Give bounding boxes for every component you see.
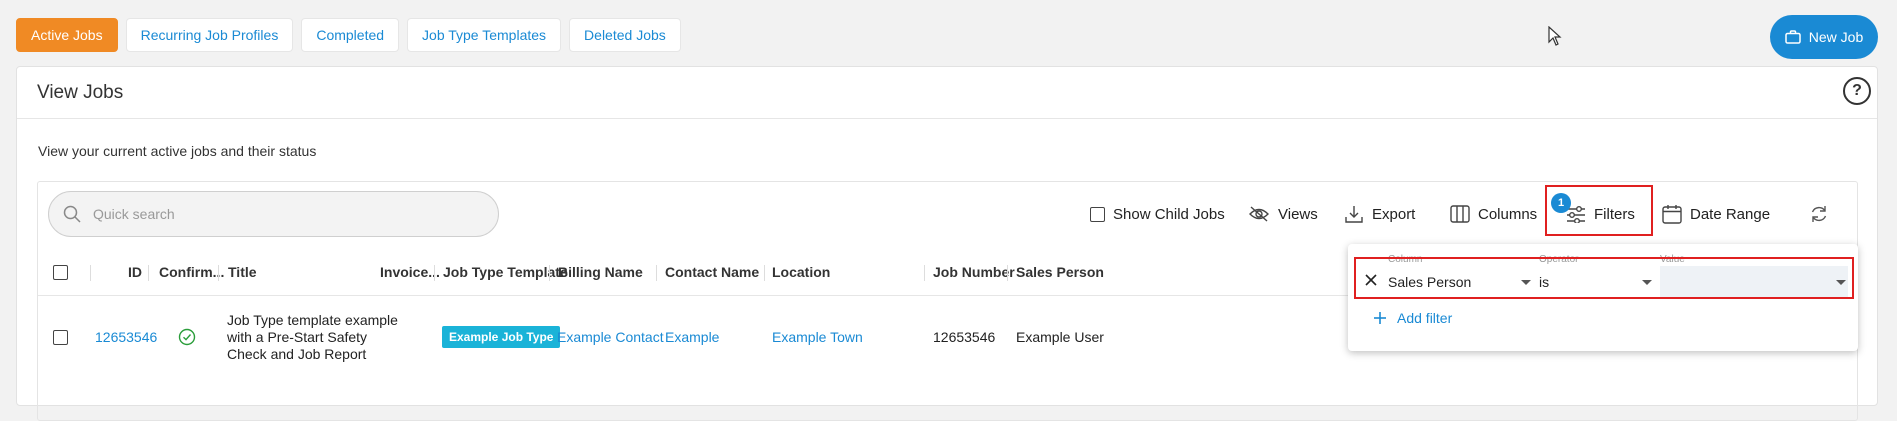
- page-title: View Jobs: [37, 81, 124, 103]
- column-header-invoice[interactable]: Invoice...: [380, 248, 440, 296]
- page-subtitle: View your current active jobs and their …: [38, 143, 317, 159]
- add-filter-button[interactable]: Add filter: [1373, 310, 1452, 326]
- plus-icon: [1374, 312, 1386, 324]
- row-job-number: 12653546: [933, 329, 996, 345]
- row-id-link[interactable]: 12653546: [95, 297, 157, 377]
- columns-button[interactable]: Columns: [1450, 192, 1537, 236]
- briefcase-icon: [1785, 30, 1801, 44]
- row-job-type: Example Job Type: [442, 297, 561, 377]
- views-button[interactable]: Views: [1248, 192, 1318, 236]
- columns-icon: [1450, 205, 1470, 223]
- column-header-confirmed[interactable]: Confirm...: [159, 248, 224, 296]
- column-header-sales-person[interactable]: Sales Person: [1016, 248, 1104, 296]
- row-title-line-1: Job Type template example: [227, 311, 398, 328]
- download-icon: [1345, 206, 1363, 223]
- confirmed-check-icon: [178, 297, 196, 377]
- help-icon[interactable]: ?: [1843, 77, 1871, 105]
- columns-label: Columns: [1478, 205, 1538, 223]
- refresh-button[interactable]: [1809, 192, 1829, 236]
- new-job-label: New Job: [1808, 29, 1864, 45]
- date-range-label: Date Range: [1690, 205, 1771, 223]
- column-header-location[interactable]: Location: [772, 248, 830, 296]
- column-header-id[interactable]: ID: [98, 248, 142, 296]
- show-child-jobs-toggle[interactable]: Show Child Jobs: [1090, 192, 1225, 236]
- tab-bar: Active Jobs Recurring Job Profiles Compl…: [16, 18, 681, 52]
- tab-recurring-job-profiles[interactable]: Recurring Job Profiles: [125, 18, 294, 52]
- views-label: Views: [1278, 205, 1318, 223]
- tab-deleted-jobs[interactable]: Deleted Jobs: [569, 18, 681, 52]
- add-filter-label: Add filter: [1397, 310, 1453, 326]
- job-type-badge: Example Job Type: [442, 326, 561, 348]
- view-jobs-card: View Jobs ? View your current active job…: [16, 66, 1878, 421]
- export-label: Export: [1372, 205, 1416, 223]
- refresh-icon: [1811, 206, 1827, 222]
- show-child-jobs-label: Show Child Jobs: [1113, 205, 1225, 223]
- eye-off-icon: [1249, 206, 1269, 222]
- tab-active-jobs[interactable]: Active Jobs: [16, 18, 118, 52]
- row-contact-name-link[interactable]: Example: [665, 297, 719, 377]
- column-header-job-number[interactable]: Job Number: [933, 248, 1015, 296]
- row-title-line-2: with a Pre-Start Safety: [227, 328, 368, 345]
- row-title: Job Type template example with a Pre-Sta…: [227, 297, 398, 377]
- column-header-billing-name[interactable]: Billing Name: [558, 248, 643, 296]
- row-title-line-3: Check and Job Report: [227, 345, 367, 362]
- column-header-contact-name[interactable]: Contact Name: [665, 248, 759, 296]
- date-range-button[interactable]: Date Range: [1662, 192, 1770, 236]
- show-child-jobs-checkbox[interactable]: [1090, 206, 1105, 222]
- column-header-title[interactable]: Title: [228, 248, 257, 296]
- tab-completed[interactable]: Completed: [301, 18, 400, 52]
- row-sales-person: Example User: [1016, 329, 1104, 345]
- card-header: View Jobs: [17, 67, 1877, 119]
- filter-row-highlight: [1354, 257, 1854, 299]
- select-all-checkbox[interactable]: [53, 248, 68, 296]
- row-billing-name-link[interactable]: Example Contact: [557, 297, 664, 377]
- calendar-icon: [1662, 205, 1682, 224]
- tab-job-type-templates[interactable]: Job Type Templates: [407, 18, 562, 52]
- filters-count-badge: 1: [1551, 193, 1571, 213]
- export-button[interactable]: Export: [1344, 192, 1415, 236]
- new-job-button[interactable]: New Job: [1770, 15, 1878, 59]
- row-location-link[interactable]: Example Town: [772, 297, 863, 377]
- mouse-cursor-icon: [1548, 26, 1562, 46]
- row-checkbox[interactable]: [53, 297, 68, 377]
